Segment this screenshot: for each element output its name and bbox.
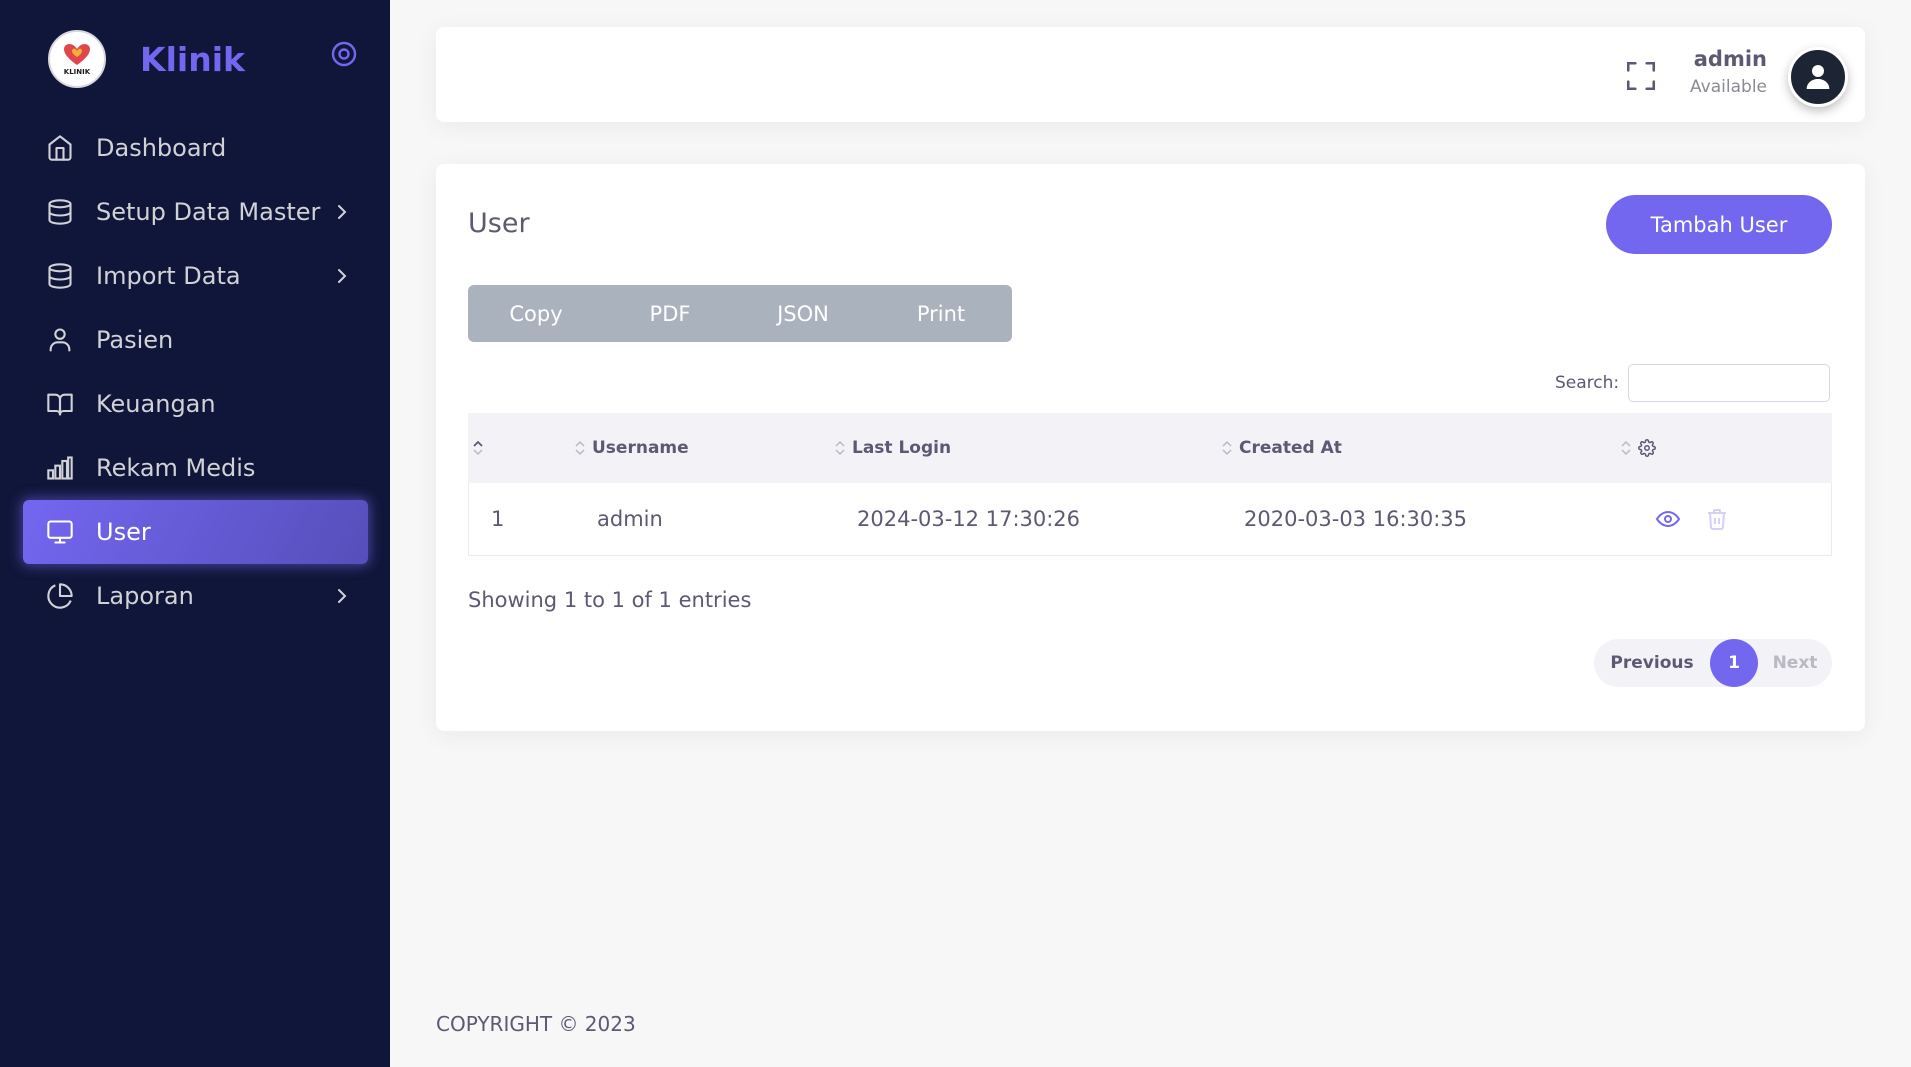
sidebar-item-setup-data-master[interactable]: Setup Data Master bbox=[23, 180, 368, 244]
copy-button[interactable]: Copy bbox=[468, 285, 604, 342]
sidebar-nav: Dashboard Setup Data Master Import Data bbox=[23, 116, 368, 628]
column-label: Last Login bbox=[852, 438, 952, 458]
column-header-no[interactable] bbox=[472, 413, 490, 483]
sidebar: KLINIK Klinik Dashboard Setup Data Maste… bbox=[0, 0, 390, 1067]
eye-icon[interactable] bbox=[1655, 507, 1681, 531]
collapse-toggle-icon[interactable] bbox=[330, 40, 358, 68]
chevron-right-icon bbox=[330, 584, 354, 608]
database-icon bbox=[45, 261, 75, 291]
sidebar-item-label: Keuangan bbox=[96, 390, 216, 418]
trash-icon[interactable] bbox=[1705, 507, 1729, 531]
avatar[interactable] bbox=[1788, 47, 1848, 107]
column-label: Username bbox=[592, 438, 689, 458]
sort-icon bbox=[1621, 440, 1631, 456]
sidebar-item-label: Setup Data Master bbox=[96, 198, 321, 226]
search-input[interactable] bbox=[1628, 364, 1830, 402]
page-title: User bbox=[468, 208, 530, 239]
user-avatar-icon bbox=[1806, 65, 1830, 89]
add-user-button[interactable]: Tambah User bbox=[1606, 195, 1832, 254]
chevron-right-icon bbox=[330, 200, 354, 224]
page-1-button[interactable]: 1 bbox=[1710, 639, 1758, 687]
book-open-icon bbox=[45, 389, 75, 419]
user-name[interactable]: admin bbox=[1694, 47, 1767, 71]
json-button[interactable]: JSON bbox=[736, 285, 870, 342]
sort-icon bbox=[1222, 440, 1232, 456]
pdf-button[interactable]: PDF bbox=[604, 285, 736, 342]
copyright-footer: COPYRIGHT © 2023 bbox=[436, 1012, 636, 1036]
clinic-logo: KLINIK bbox=[48, 30, 106, 88]
sidebar-item-pasien[interactable]: Pasien bbox=[23, 308, 368, 372]
cell-created-at: 2020-03-03 16:30:35 bbox=[1244, 507, 1468, 531]
sort-icon bbox=[575, 440, 585, 456]
column-header-last-login[interactable]: Last Login bbox=[834, 413, 951, 483]
pie-chart-icon bbox=[45, 581, 75, 611]
search-label: Search: bbox=[1555, 373, 1620, 393]
cell-no: 1 bbox=[491, 507, 505, 531]
sidebar-item-label: Import Data bbox=[96, 262, 241, 290]
user-card: User Tambah User Copy PDF JSON Print Sea… bbox=[436, 164, 1865, 731]
person-icon bbox=[45, 325, 75, 355]
table-header: Username Last Login Created At bbox=[468, 413, 1832, 483]
sidebar-item-label: User bbox=[96, 518, 151, 546]
sidebar-item-import-data[interactable]: Import Data bbox=[23, 244, 368, 308]
monitor-icon bbox=[45, 517, 75, 547]
database-icon bbox=[45, 197, 75, 227]
heart-logo-icon bbox=[64, 43, 90, 65]
fullscreen-icon[interactable] bbox=[1624, 59, 1658, 93]
brand[interactable]: KLINIK Klinik bbox=[48, 30, 245, 88]
sidebar-item-keuangan[interactable]: Keuangan bbox=[23, 372, 368, 436]
logo-text: KLINIK bbox=[63, 67, 91, 76]
next-page-button[interactable]: Next bbox=[1758, 639, 1832, 687]
user-table: Username Last Login Created At 1 admin 2… bbox=[468, 413, 1832, 556]
gear-icon bbox=[1638, 439, 1656, 457]
column-header-actions[interactable] bbox=[1620, 413, 1656, 483]
sidebar-item-user[interactable]: User bbox=[23, 500, 368, 564]
home-icon bbox=[45, 133, 75, 163]
column-label: Created At bbox=[1239, 438, 1342, 458]
sort-icon bbox=[473, 440, 483, 456]
export-button-group: Copy PDF JSON Print bbox=[468, 285, 1012, 342]
sidebar-item-label: Rekam Medis bbox=[96, 454, 256, 482]
sidebar-item-dashboard[interactable]: Dashboard bbox=[23, 116, 368, 180]
print-button[interactable]: Print bbox=[870, 285, 1012, 342]
sort-icon bbox=[835, 440, 845, 456]
bar-chart-icon bbox=[45, 453, 75, 483]
user-status: Available bbox=[1690, 77, 1767, 97]
sidebar-item-rekam-medis[interactable]: Rekam Medis bbox=[23, 436, 368, 500]
top-navbar: admin Available bbox=[436, 27, 1865, 122]
brand-name: Klinik bbox=[140, 39, 245, 79]
column-header-username[interactable]: Username bbox=[574, 413, 689, 483]
cell-username: admin bbox=[597, 507, 663, 531]
table-info: Showing 1 to 1 of 1 entries bbox=[468, 588, 752, 612]
sidebar-item-label: Pasien bbox=[96, 326, 174, 354]
pagination: Previous 1 Next bbox=[1594, 639, 1832, 687]
previous-page-button[interactable]: Previous bbox=[1594, 639, 1710, 687]
sidebar-item-laporan[interactable]: Laporan bbox=[23, 564, 368, 628]
sidebar-item-label: Dashboard bbox=[96, 134, 227, 162]
chevron-right-icon bbox=[330, 264, 354, 288]
cell-last-login: 2024-03-12 17:30:26 bbox=[857, 507, 1081, 531]
column-header-created-at[interactable]: Created At bbox=[1221, 413, 1342, 483]
sidebar-item-label: Laporan bbox=[96, 582, 194, 610]
table-row: 1 admin 2024-03-12 17:30:26 2020-03-03 1… bbox=[468, 483, 1832, 556]
